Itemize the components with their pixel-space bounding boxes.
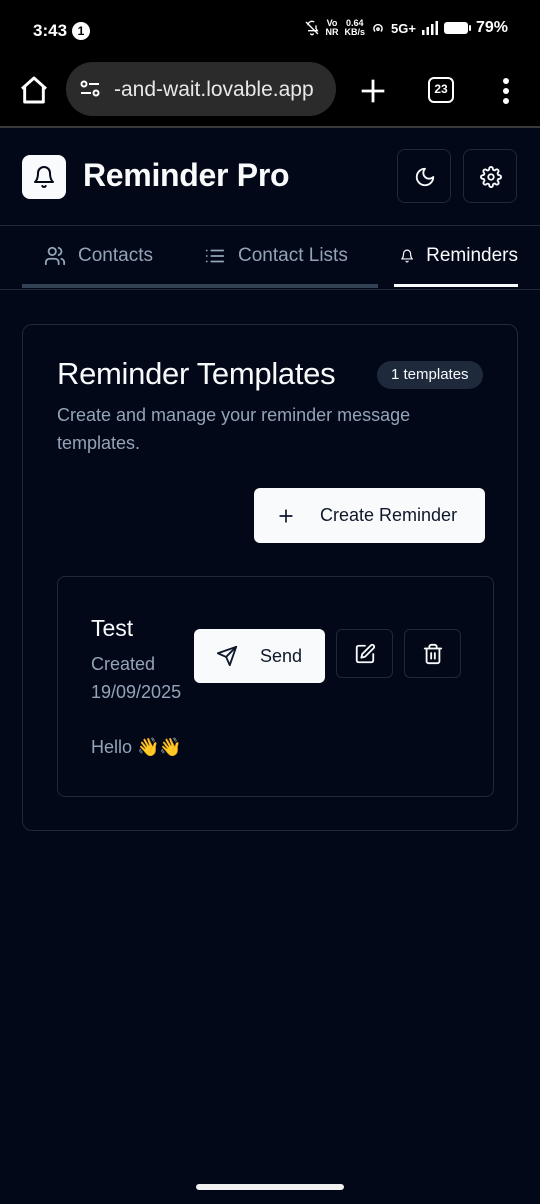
card-title: Reminder Templates [57,356,336,391]
reminder-templates-card: Reminder Templates 1 templates Create an… [22,324,518,831]
list-icon [205,249,225,263]
moon-icon [415,167,435,187]
app-header: Reminder Pro [0,128,540,226]
status-bar: 3:43 1 Vo NR 0.64 KB/s 5G+ 79% [0,0,540,56]
home-button[interactable] [18,74,50,106]
settings-button[interactable] [463,149,517,203]
template-count-badge: 1 templates [377,361,483,389]
plus-icon [361,79,385,103]
plus-icon [279,508,293,523]
template-created-date: Created 19/09/2025 [91,654,182,702]
bell-icon [401,249,413,263]
home-icon [21,76,47,104]
main-tabs: Contacts Contact Lists Reminders [0,226,540,290]
url-text[interactable]: -and-wait.lovable.app [114,78,329,102]
app-title: Reminder Pro [83,157,290,193]
network-type: 5G+ [391,20,416,36]
edit-button[interactable] [336,629,393,678]
browser-toolbar: -and-wait.lovable.app 23 [0,56,540,128]
active-tab-indicator [394,284,518,287]
app-logo [22,155,66,199]
gear-icon [480,166,502,188]
users-icon [44,246,66,266]
battery-level: 79% [475,19,508,36]
delete-button[interactable] [404,629,461,678]
send-icon [216,645,238,667]
send-button[interactable]: Send [194,629,325,683]
tab-contact-lists[interactable]: Contact Lists [204,226,348,286]
tab-label: Contacts [78,245,153,266]
create-reminder-label: Create Reminder [320,505,458,525]
signal-icon [421,21,438,35]
site-settings-icon[interactable] [78,77,102,101]
template-message: Hello 👋👋 [91,737,182,757]
trash-icon [423,643,443,665]
volte-indicator: Vo NR [325,18,339,37]
mute-bell-icon [305,20,319,36]
status-time: 3:43 [33,21,68,40]
tab-label: Contact Lists [238,245,348,266]
gesture-home-indicator[interactable] [196,1184,344,1190]
card-description: Create and manage your reminder message … [57,405,411,453]
send-label: Send [260,645,303,666]
bell-icon [34,166,54,188]
browser-menu-button[interactable] [496,76,516,106]
template-name: Test [91,615,134,641]
tab-contacts[interactable]: Contacts [44,226,153,286]
tab-label: Reminders [426,245,518,266]
edit-icon [355,643,376,664]
more-vertical-icon [503,78,509,104]
status-indicators: Vo NR 0.64 KB/s 5G+ 79% [304,19,508,37]
tab-reminders[interactable]: Reminders [378,226,518,286]
new-tab-button[interactable] [356,74,390,108]
tab-switcher-button[interactable]: 23 [428,77,454,103]
battery-icon [443,22,471,34]
notification-count-badge: 1 [72,22,90,40]
template-item: Test Created 19/09/2025 Send Hello 👋👋 [57,576,494,797]
theme-toggle-button[interactable] [397,149,451,203]
create-reminder-button[interactable]: Create Reminder [254,488,485,543]
data-speed-indicator: 0.64 KB/s [344,18,366,37]
hotspot-icon [373,23,383,33]
address-bar[interactable]: -and-wait.lovable.app [66,62,336,116]
